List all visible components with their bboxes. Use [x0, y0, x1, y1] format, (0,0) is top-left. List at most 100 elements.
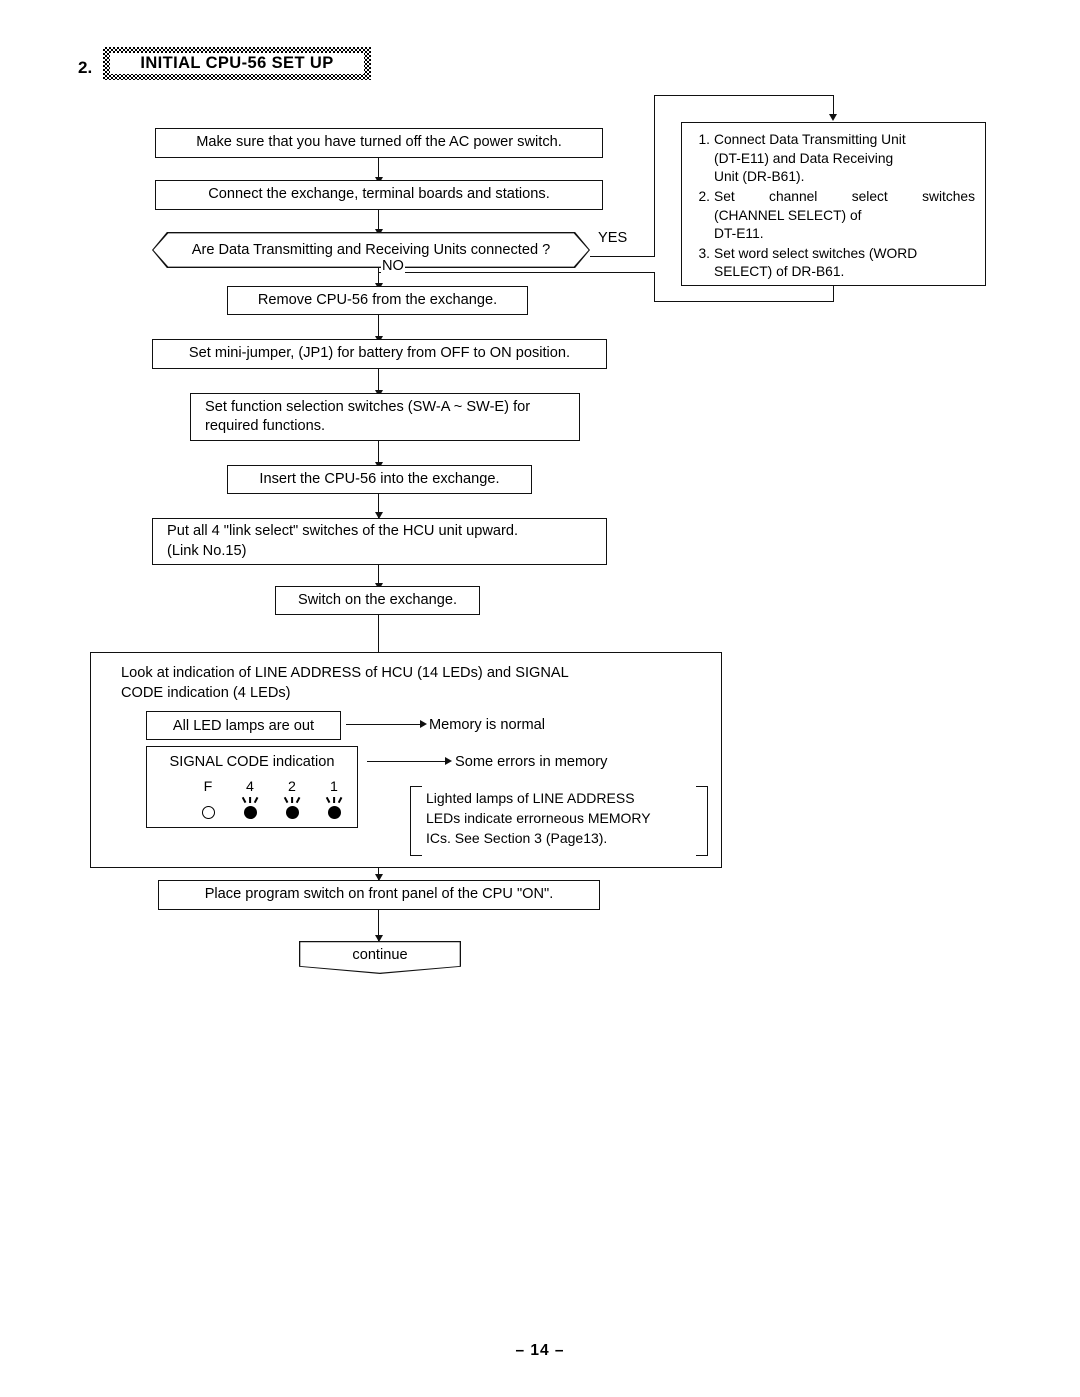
led-panel-heading: Look at indication of LINE ADDRESS of HC… — [121, 664, 691, 703]
led-ray-icon — [333, 797, 335, 804]
led-dot-on — [243, 806, 257, 820]
led-ray-icon — [291, 797, 293, 804]
continue-terminator: continue — [299, 941, 461, 974]
right-instruction-item-2-line-1: Set channel select switches — [714, 188, 975, 204]
connector-8-ledpanel — [378, 615, 380, 652]
decision-units-connected: Are Data Transmitting and Receiving Unit… — [152, 232, 590, 268]
memory-note-bracketed: Lighted lamps of LINE ADDRESS LEDs indic… — [408, 786, 710, 856]
right-instruction-item-1-line-2: (DT-E11) and Data Receiving — [714, 150, 894, 166]
all-leds-out-box: All LED lamps are out — [146, 711, 341, 740]
led-panel-heading-line-1: Look at indication of LINE ADDRESS of HC… — [121, 665, 569, 681]
led-ray-icon — [337, 797, 343, 804]
yes-branch-h2 — [654, 95, 834, 97]
flow-step-1-text: Make sure that you have turned off the A… — [196, 134, 562, 151]
right-instruction-item-2: 2. Set channel select switches (CHANNEL … — [692, 188, 975, 244]
memory-note-line-2: LEDs indicate errorneous MEMORY — [426, 809, 651, 826]
page-number: – 14 – — [515, 1342, 565, 1359]
decision-text: Are Data Transmitting and Receiving Unit… — [191, 242, 551, 258]
arrowhead-error — [445, 757, 452, 765]
yes-branch-v2 — [832, 95, 834, 115]
right-instruction-list: 1. Connect Data Transmitting Unit (DT-E1… — [692, 131, 975, 282]
page-root: 2. INITIAL CPU-56 SET UP Make sure that … — [0, 0, 1080, 1397]
section-title-banner-inner: INITIAL CPU-56 SET UP — [110, 53, 364, 74]
flow-step-9-text: Place program switch on front panel of t… — [204, 886, 554, 903]
continue-label: continue — [352, 947, 408, 963]
right-instruction-item-2-line-3: DT-E11. — [714, 226, 764, 242]
flow-step-4-text: Set mini-jumper, (JP1) for battery from … — [188, 345, 571, 362]
flow-step-4-box: Set mini-jumper, (JP1) for battery from … — [152, 339, 607, 369]
led-dot-on — [327, 806, 341, 820]
flow-step-2-text: Connect the exchange, terminal boards an… — [208, 186, 550, 203]
led-ray-icon — [241, 797, 247, 804]
led-lamp-4-icon — [239, 797, 261, 820]
arrow-line-error — [367, 761, 447, 763]
led-cell-2: 2 — [281, 779, 303, 820]
right-instruction-box: 1. Connect Data Transmitting Unit (DT-E1… — [681, 122, 986, 286]
return-branch-h2 — [379, 272, 655, 274]
right-instruction-item-1: 1. Connect Data Transmitting Unit (DT-E1… — [692, 131, 975, 187]
arrowhead-yes-into-rightbox — [829, 114, 838, 121]
led-label-2: 2 — [288, 779, 296, 795]
memory-note-line-1: Lighted lamps of LINE ADDRESS — [426, 790, 635, 806]
flow-step-7-box: Put all 4 "link select" switches of the … — [152, 518, 607, 565]
led-panel-heading-line-2: CODE indication (4 LEDs) — [121, 684, 291, 701]
right-instruction-item-1-number: 1. — [698, 132, 710, 147]
led-dot-off — [201, 806, 215, 820]
bracket-left-icon — [410, 786, 422, 856]
arrowhead-normal — [420, 720, 427, 728]
result-memory-error: Some errors in memory — [455, 754, 608, 770]
return-branch-v1 — [832, 286, 834, 302]
label-yes: YES — [597, 230, 629, 246]
led-dot-on — [285, 806, 299, 820]
right-instruction-item-3: 3. Set word select switches (WORD SELECT… — [692, 245, 975, 282]
right-instruction-item-3-number: 3. — [698, 245, 710, 261]
right-instruction-item-1-line-3: Unit (DR-B61). — [714, 169, 805, 185]
led-label-4: 4 — [246, 779, 254, 795]
right-instruction-item-3-line-2: SELECT) of DR-B61. — [714, 264, 845, 280]
flow-step-7-line-1: Put all 4 "link select" switches of the … — [167, 523, 519, 540]
yes-branch-h1 — [590, 256, 655, 258]
yes-branch-v1 — [654, 95, 656, 257]
flow-step-6-box: Insert the CPU-56 into the exchange. — [227, 465, 532, 494]
led-cell-f: F — [197, 779, 219, 820]
memory-note-line-3: ICs. See Section 3 (Page13). — [426, 829, 608, 846]
led-lamp-1-icon — [323, 797, 345, 820]
bracket-right-icon — [696, 786, 708, 856]
led-ray-icon — [253, 797, 259, 804]
led-label-1: 1 — [330, 779, 338, 795]
flow-step-3-box: Remove CPU-56 from the exchange. — [227, 286, 528, 315]
led-ray-icon — [249, 797, 251, 804]
arrow-line-normal — [346, 724, 422, 726]
section-title-banner: INITIAL CPU-56 SET UP — [103, 47, 371, 80]
flow-step-2-box: Connect the exchange, terminal boards an… — [155, 180, 603, 210]
return-branch-h1 — [654, 301, 834, 303]
flow-step-8-text: Switch on the exchange. — [297, 591, 457, 608]
signal-code-label: SIGNAL CODE indication — [169, 754, 335, 770]
led-ray-icon — [325, 797, 331, 804]
flow-step-3-text: Remove CPU-56 from the exchange. — [257, 291, 498, 308]
flow-step-8-box: Switch on the exchange. — [275, 586, 480, 615]
all-leds-out-label: All LED lamps are out — [172, 717, 315, 734]
flow-step-5-line-2: required functions. — [205, 418, 326, 434]
signal-code-box: SIGNAL CODE indication F 4 2 1 — [146, 746, 358, 828]
led-cell-1: 1 — [323, 779, 345, 820]
page-title: INITIAL CPU-56 SET UP — [140, 54, 334, 72]
flow-step-5-box: Set function selection switches (SW-A ~ … — [190, 393, 580, 441]
led-label-f: F — [203, 779, 213, 795]
led-ray-icon — [283, 797, 289, 804]
flow-step-9-box: Place program switch on front panel of t… — [158, 880, 600, 910]
signal-code-led-row: F 4 2 1 — [197, 779, 345, 820]
return-branch-v2 — [654, 272, 656, 302]
right-instruction-item-1-line-1: Connect Data Transmitting Unit — [714, 132, 906, 147]
section-number: 2. — [78, 58, 93, 77]
result-memory-normal: Memory is normal — [429, 717, 545, 733]
label-no: NO — [381, 258, 405, 274]
right-instruction-item-2-number: 2. — [698, 188, 710, 204]
flow-step-1-box: Make sure that you have turned off the A… — [155, 128, 603, 158]
flow-step-7-line-2: (Link No.15) — [167, 542, 247, 559]
led-lamp-2-icon — [281, 797, 303, 820]
flow-step-6-text: Insert the CPU-56 into the exchange. — [259, 470, 500, 487]
flow-step-5-line-1: Set function selection switches (SW-A ~ … — [205, 398, 531, 415]
led-lamp-f-icon — [197, 798, 219, 820]
led-ray-icon — [295, 797, 301, 804]
